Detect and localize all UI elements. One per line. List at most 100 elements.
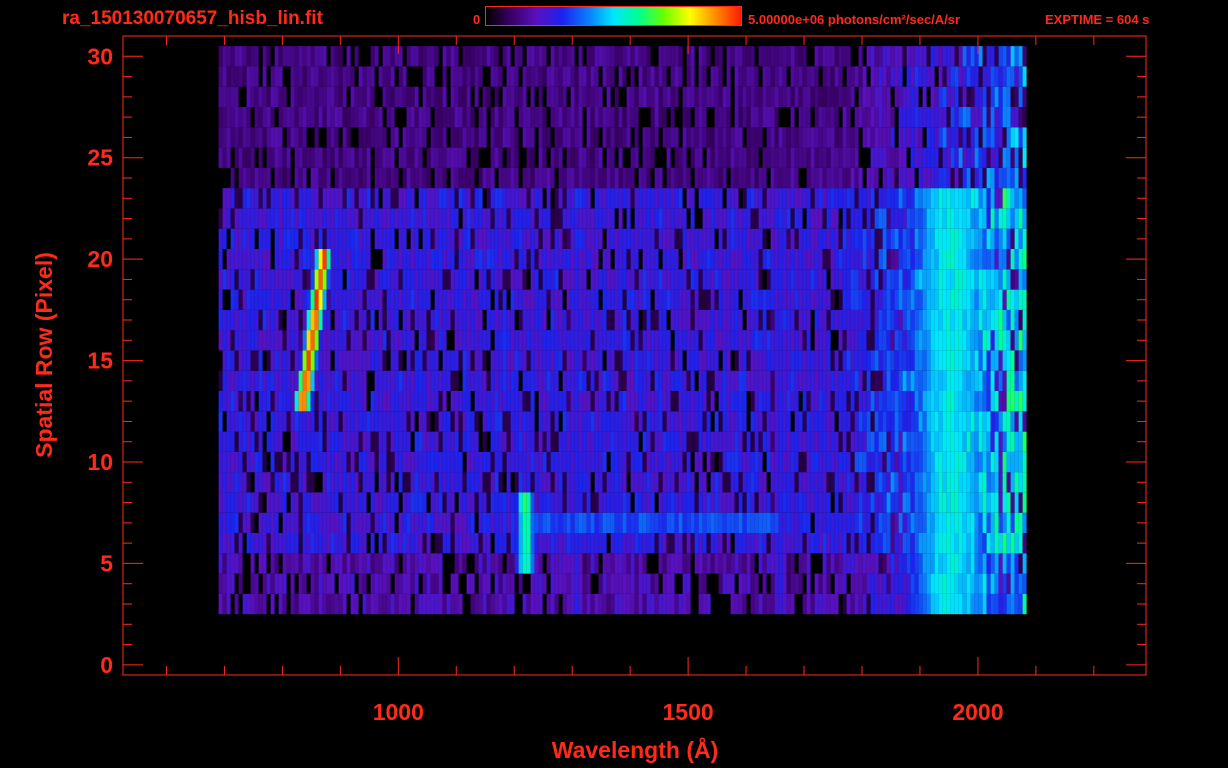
heatmap-cell (830, 391, 835, 412)
heatmap-cell (526, 228, 531, 249)
heatmap-cell (498, 188, 503, 209)
heatmap-cell (662, 512, 667, 533)
heatmap-cell (726, 249, 731, 270)
heatmap-cell (550, 86, 555, 107)
heatmap-cell (634, 451, 639, 473)
heatmap-cell (314, 127, 319, 148)
heatmap-cell (530, 431, 535, 452)
heatmap-cell (550, 492, 555, 513)
heatmap-cell (582, 533, 587, 554)
heatmap-cell (706, 269, 711, 290)
heatmap-cell (786, 167, 791, 189)
heatmap-cell (382, 451, 387, 473)
heatmap-cell (718, 147, 723, 168)
heatmap-cell (614, 330, 619, 351)
heatmap-cell (966, 309, 971, 331)
heatmap-cell (1018, 350, 1023, 371)
heatmap-cell (662, 411, 667, 432)
heatmap-cell (298, 147, 303, 168)
heatmap-cell (274, 350, 279, 371)
heatmap-cell (538, 107, 543, 128)
heatmap-cell (818, 533, 823, 554)
heatmap-cell (610, 573, 615, 594)
heatmap-cell (950, 147, 955, 168)
heatmap-cell (366, 167, 371, 189)
heatmap-cell (838, 86, 843, 107)
heatmap-cell (630, 512, 635, 533)
heatmap-cell (574, 370, 579, 391)
heatmap-cell (414, 208, 419, 229)
heatmap-cell (902, 208, 907, 229)
heatmap-cell (830, 127, 835, 148)
heatmap-cell (890, 167, 895, 189)
heatmap-cell (262, 553, 267, 574)
heatmap-cell (734, 269, 739, 290)
heatmap-cell (870, 309, 875, 331)
heatmap-cell (902, 228, 907, 249)
heatmap-cell (446, 208, 451, 229)
heatmap-cell (490, 431, 495, 452)
heatmap-cell (794, 573, 799, 594)
heatmap-cell (926, 167, 931, 189)
heatmap-cell (894, 512, 899, 533)
heatmap-cell (918, 269, 923, 290)
heatmap-cell (698, 451, 703, 473)
heatmap-cell (686, 593, 691, 615)
heatmap-cell (982, 147, 987, 168)
heatmap-cell (586, 492, 591, 513)
heatmap-cell (882, 370, 887, 391)
heatmap-cell (490, 370, 495, 391)
heatmap-cell (622, 573, 627, 594)
heatmap-cell (938, 188, 943, 209)
heatmap-cell (922, 593, 927, 615)
heatmap-cell (402, 492, 407, 513)
heatmap-cell (494, 431, 499, 452)
heatmap-cell (514, 391, 519, 412)
heatmap-cell (806, 593, 811, 615)
heatmap-cell (550, 208, 555, 229)
heatmap-cell (566, 269, 571, 290)
heatmap-cell (502, 593, 507, 615)
heatmap-cell (310, 147, 315, 168)
heatmap-cell (854, 391, 859, 412)
heatmap-cell (710, 330, 715, 351)
heatmap-cell (298, 431, 303, 452)
heatmap-cell (818, 512, 823, 533)
heatmap-cell (582, 208, 587, 229)
heatmap-cell (498, 249, 503, 270)
heatmap-cell (618, 370, 623, 391)
heatmap-cell (970, 228, 975, 249)
heatmap-cell (770, 269, 775, 290)
heatmap-cell (438, 86, 443, 107)
heatmap-cell (914, 370, 919, 391)
heatmap-cell (802, 431, 807, 452)
heatmap-cell (602, 391, 607, 412)
heatmap-cell (586, 228, 591, 249)
heatmap-cell (790, 107, 795, 128)
heatmap-cell (666, 391, 671, 412)
heatmap-cell (774, 492, 779, 513)
heatmap-cell (590, 249, 595, 270)
heatmap-cell (1022, 188, 1027, 209)
heatmap-cell (266, 512, 271, 533)
heatmap-cell (826, 228, 831, 249)
heatmap-cell (1022, 431, 1027, 452)
heatmap-cell (986, 107, 991, 128)
heatmap-cell (794, 309, 799, 331)
heatmap-cell (442, 350, 447, 371)
heatmap-cell (942, 208, 947, 229)
heatmap-cell (302, 350, 307, 371)
heatmap-cell (582, 593, 587, 615)
heatmap-cell (418, 350, 423, 371)
heatmap-cell (278, 411, 283, 432)
heatmap-cell (350, 472, 355, 493)
heatmap-cell (982, 411, 987, 432)
heatmap-cell (718, 188, 723, 209)
heatmap-cell (422, 107, 427, 128)
heatmap-cell (326, 512, 331, 533)
heatmap-cell (838, 188, 843, 209)
heatmap-cell (842, 249, 847, 270)
heatmap-cell (826, 289, 831, 310)
heatmap-cell (810, 451, 815, 473)
heatmap-cell (310, 593, 315, 615)
